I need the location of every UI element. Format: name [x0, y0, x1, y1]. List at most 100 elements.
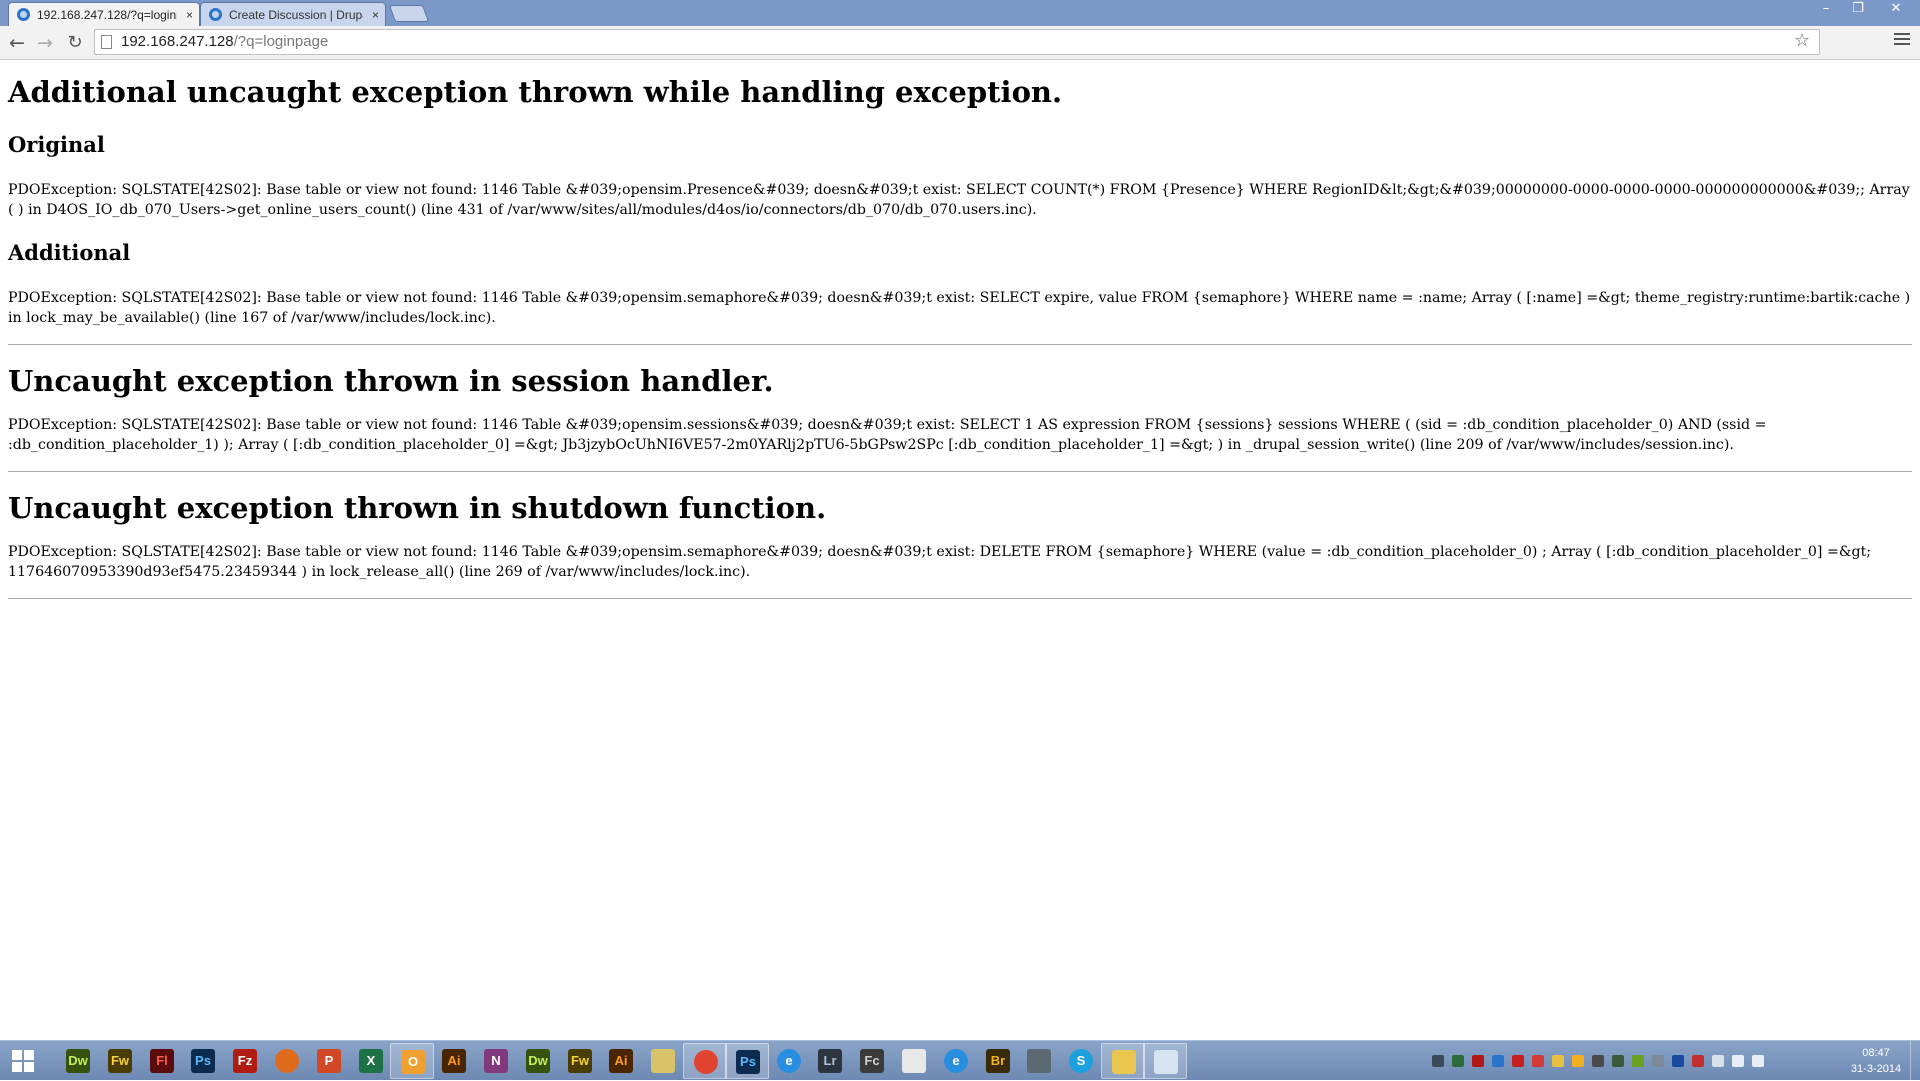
- url-host: 192.168.247.128: [121, 33, 234, 50]
- browser-chrome: 192.168.247.128/?q=loginp × Create Discu…: [0, 0, 1920, 60]
- taskbar-internet-explorer-button[interactable]: e: [767, 1043, 811, 1079]
- tray-app-icon[interactable]: [1632, 1055, 1644, 1067]
- taskbar-windows-explorer-button[interactable]: [1101, 1043, 1145, 1079]
- taskbar-illustrator-2-button[interactable]: Ai: [599, 1043, 643, 1079]
- tab-close-icon[interactable]: ×: [372, 3, 379, 26]
- photoshop-icon: Ps: [191, 1049, 215, 1073]
- fireworks-icon: Fw: [108, 1049, 132, 1073]
- taskbar-onenote-button[interactable]: N: [474, 1043, 518, 1079]
- taskbar-photoshop-2-button[interactable]: Ps: [725, 1043, 769, 1079]
- tray-app-icon[interactable]: [1492, 1055, 1504, 1067]
- volume-icon[interactable]: [1752, 1055, 1764, 1067]
- error-subheading: Original: [8, 132, 105, 157]
- error-message: PDOException: SQLSTATE[42S02]: Base tabl…: [8, 544, 1872, 580]
- taskbar-explorer-button[interactable]: [641, 1043, 685, 1079]
- drupal-favicon-icon: [209, 8, 222, 21]
- taskbar-powerpoint-button[interactable]: P: [307, 1043, 351, 1079]
- taskbar-filezilla-button[interactable]: Fz: [223, 1043, 267, 1079]
- taskbar-notes-button[interactable]: [892, 1043, 936, 1079]
- taskbar-excel-button[interactable]: X: [349, 1043, 393, 1079]
- bookmark-star-icon[interactable]: ☆: [1794, 29, 1810, 53]
- taskbar-pen-tool-button[interactable]: [1143, 1043, 1187, 1079]
- url-text[interactable]: 192.168.247.128/?q=loginpage: [121, 30, 328, 54]
- tray-app-icon[interactable]: [1552, 1055, 1564, 1067]
- tray-app-icon[interactable]: [1572, 1055, 1584, 1067]
- tab-strip: 192.168.247.128/?q=loginp × Create Discu…: [0, 0, 1920, 26]
- divider: [8, 471, 1912, 472]
- minimize-button[interactable]: –: [1812, 0, 1840, 20]
- taskbar: Dw Fw Fl Ps Fz P X O Ai N Dw Fw Ai Ps e Lr Fc e Br S 08:47 …: [0, 1040, 1920, 1081]
- forward-button[interactable]: →: [32, 30, 58, 56]
- browser-toolbar: ← → ↻ 192.168.247.128/?q=loginpage ☆: [0, 26, 1920, 60]
- tab-title: 192.168.247.128/?q=loginp: [37, 8, 177, 22]
- explorer-icon: [651, 1049, 675, 1073]
- taskbar-illustrator-button[interactable]: Ai: [432, 1043, 476, 1079]
- onenote-icon: N: [484, 1049, 508, 1073]
- maximize-button[interactable]: ❐: [1844, 0, 1872, 20]
- error-subheading: Additional: [8, 240, 131, 265]
- illustrator-2-icon: Ai: [609, 1049, 633, 1073]
- tab-active[interactable]: 192.168.247.128/?q=loginp ×: [8, 2, 200, 26]
- skype-icon: S: [1069, 1049, 1093, 1073]
- taskbar-firefox-button[interactable]: [265, 1043, 309, 1079]
- reload-button[interactable]: ↻: [62, 30, 88, 56]
- taskbar-skype-button[interactable]: S: [1059, 1043, 1103, 1079]
- taskbar-chrome-button[interactable]: [683, 1043, 727, 1079]
- taskbar-lightroom-button[interactable]: Lr: [808, 1043, 852, 1079]
- tray-app-icon[interactable]: [1592, 1055, 1604, 1067]
- taskbar-network-tool-button[interactable]: [1017, 1043, 1061, 1079]
- pen-tool-icon: [1154, 1050, 1178, 1074]
- taskbar-dreamweaver-2-button[interactable]: Dw: [516, 1043, 560, 1079]
- taskbar-dreamweaver-button[interactable]: Dw: [56, 1043, 100, 1079]
- tray-app-icon[interactable]: [1452, 1055, 1464, 1067]
- taskbar-photoshop-button[interactable]: Ps: [181, 1043, 225, 1079]
- network-icon[interactable]: [1732, 1055, 1744, 1067]
- taskbar-outlook-button[interactable]: O: [390, 1043, 434, 1079]
- system-tray: [1430, 1041, 1800, 1081]
- bridge-icon: Br: [986, 1049, 1010, 1073]
- excel-icon: X: [359, 1049, 383, 1073]
- back-button[interactable]: ←: [4, 30, 30, 56]
- tab-close-icon[interactable]: ×: [186, 3, 193, 26]
- page-icon: [101, 35, 112, 49]
- clock-time: 08:47: [1862, 1047, 1890, 1059]
- fireworks-2-icon: Fw: [568, 1049, 592, 1073]
- tab-create-discussion[interactable]: Create Discussion | Drupal ×: [200, 2, 386, 26]
- error-message: PDOException: SQLSTATE[42S02]: Base tabl…: [8, 417, 1767, 453]
- browser-menu-icon[interactable]: [1894, 33, 1910, 47]
- illustrator-icon: Ai: [442, 1049, 466, 1073]
- taskbar-flash-button[interactable]: Fl: [140, 1043, 184, 1079]
- close-window-button[interactable]: ✕: [1878, 0, 1914, 20]
- tray-app-icon[interactable]: [1512, 1055, 1524, 1067]
- taskbar-flash-catalyst-button[interactable]: Fc: [850, 1043, 894, 1079]
- taskbar-bridge-button[interactable]: Br: [976, 1043, 1020, 1079]
- taskbar-internet-explorer-2-button[interactable]: e: [934, 1043, 978, 1079]
- bluetooth-icon[interactable]: [1672, 1055, 1684, 1067]
- tray-app-icon[interactable]: [1472, 1055, 1484, 1067]
- address-bar[interactable]: 192.168.247.128/?q=loginpage ☆: [94, 29, 1909, 55]
- error-heading: Uncaught exception thrown in shutdown fu…: [8, 491, 827, 525]
- show-desktop-button[interactable]: [1910, 1041, 1920, 1081]
- shutdown-error-section: Uncaught exception thrown in shutdown fu…: [8, 490, 1912, 582]
- taskbar-fireworks-button[interactable]: Fw: [98, 1043, 142, 1079]
- windows-explorer-icon: [1112, 1050, 1136, 1074]
- divider: [8, 598, 1912, 599]
- network-tool-icon: [1027, 1049, 1051, 1073]
- chrome-icon: [694, 1050, 718, 1074]
- new-tab-button[interactable]: [388, 5, 430, 22]
- flash-catalyst-icon: Fc: [860, 1049, 884, 1073]
- start-button[interactable]: [3, 1043, 43, 1079]
- internet-explorer-icon: e: [777, 1049, 801, 1073]
- flash-icon: Fl: [150, 1049, 174, 1073]
- windows-logo-icon: [12, 1050, 34, 1072]
- battery-icon[interactable]: [1712, 1055, 1724, 1067]
- clock[interactable]: 08:47 31-3-2014: [1846, 1045, 1906, 1077]
- action-center-icon[interactable]: [1692, 1055, 1704, 1067]
- tray-app-icon[interactable]: [1612, 1055, 1624, 1067]
- tray-app-icon[interactable]: [1532, 1055, 1544, 1067]
- address-field[interactable]: 192.168.247.128/?q=loginpage: [94, 29, 1820, 55]
- tray-app-icon[interactable]: [1432, 1055, 1444, 1067]
- tray-app-icon[interactable]: [1652, 1055, 1664, 1067]
- taskbar-fireworks-2-button[interactable]: Fw: [558, 1043, 602, 1079]
- error-heading: Additional uncaught exception thrown whi…: [8, 75, 1063, 109]
